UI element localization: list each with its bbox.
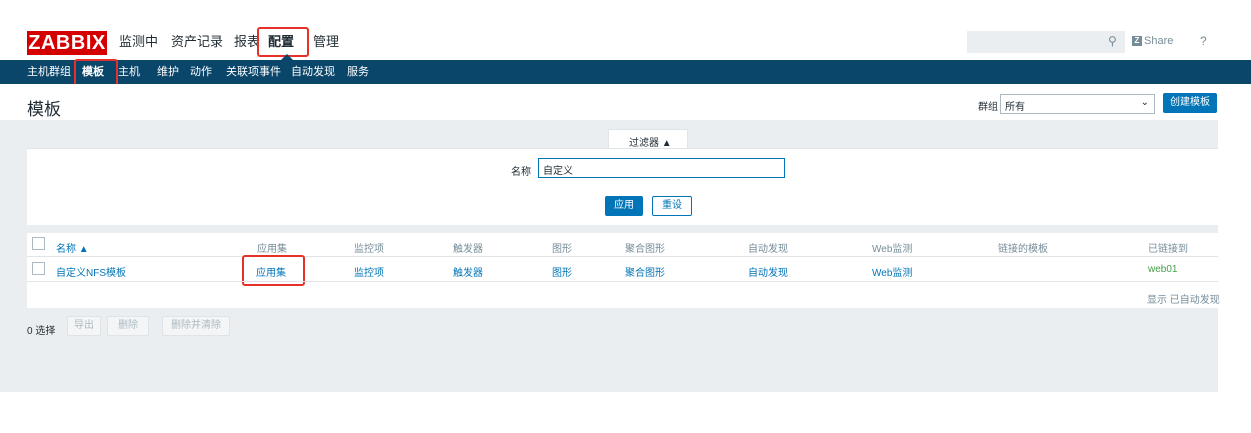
table-footer-note: 显示 已自动发现: [1147, 295, 1220, 306]
header-items: 监控项: [354, 244, 384, 255]
header-separator: [27, 256, 1218, 257]
nav-actions[interactable]: 动作: [190, 66, 212, 78]
selected-count: 0 选择: [27, 326, 56, 337]
header-web: Web监测: [872, 244, 913, 255]
filter-tab[interactable]: 过滤器 ▲: [608, 129, 688, 149]
header-name[interactable]: 名称 ▲: [56, 240, 89, 255]
header-triggers: 触发器: [453, 244, 483, 255]
row-separator: [27, 281, 1218, 282]
header-linked-to: 已链接到: [1148, 244, 1188, 255]
nav-hosts[interactable]: 主机: [118, 66, 140, 78]
linked-host-link[interactable]: web01: [1148, 264, 1177, 275]
group-select-value: 所有: [1005, 102, 1025, 113]
chevron-down-icon: ⌄: [1140, 97, 1149, 108]
filter-name-value: 自定义: [543, 166, 573, 177]
discovery-link[interactable]: 自动发现: [748, 264, 788, 279]
nav-host-groups[interactable]: 主机群组: [27, 66, 71, 78]
header-screens: 聚合图形: [625, 244, 665, 255]
share-link[interactable]: Share: [1144, 35, 1173, 47]
menu-inventory[interactable]: 资产记录: [171, 33, 223, 51]
filter-name-input[interactable]: 自定义: [538, 158, 785, 178]
applications-link[interactable]: 应用集: [256, 264, 286, 279]
menu-configuration[interactable]: 配置: [268, 33, 294, 51]
zabbix-logo[interactable]: ZABBIX: [27, 31, 107, 55]
web-link[interactable]: Web监测: [872, 264, 912, 279]
select-all-checkbox[interactable]: [32, 237, 45, 250]
group-label: 群组: [978, 102, 998, 113]
nav-maintenance[interactable]: 维护: [157, 66, 179, 78]
header-applications: 应用集: [257, 244, 287, 255]
menu-monitoring[interactable]: 监测中: [119, 33, 158, 51]
delete-button[interactable]: 删除: [107, 316, 149, 336]
apply-button[interactable]: 应用: [605, 196, 643, 216]
sub-navigation: [0, 60, 1251, 84]
menu-administration[interactable]: 管理: [313, 33, 339, 51]
delete-clear-button[interactable]: 删除并清除: [162, 316, 230, 336]
template-name-link[interactable]: 自定义NFS模板: [56, 264, 126, 279]
export-button[interactable]: 导出: [67, 316, 101, 336]
graphs-link[interactable]: 图形: [552, 264, 572, 279]
page-title: 模板: [27, 100, 61, 119]
row-checkbox[interactable]: [32, 262, 45, 275]
triggers-link[interactable]: 触发器: [453, 264, 483, 279]
nav-services[interactable]: 服务: [347, 66, 369, 78]
header-linked-templates: 链接的模板: [998, 244, 1048, 255]
search-input[interactable]: [967, 31, 1125, 53]
items-link[interactable]: 监控项: [354, 264, 384, 279]
nav-correlation[interactable]: 关联项事件: [226, 66, 281, 78]
filter-name-label: 名称: [511, 167, 531, 178]
reset-button[interactable]: 重设: [652, 196, 692, 216]
share-icon[interactable]: Z: [1132, 36, 1142, 46]
help-icon[interactable]: ?: [1200, 34, 1207, 48]
nav-discovery[interactable]: 自动发现: [291, 66, 335, 78]
group-select[interactable]: 所有 ⌄: [1000, 94, 1155, 114]
screens-link[interactable]: 聚合图形: [625, 264, 665, 279]
filter-tab-label: 过滤器 ▲: [629, 138, 672, 149]
header-graphs: 图形: [552, 244, 572, 255]
search-icon[interactable]: ⚲: [1108, 34, 1117, 48]
header-discovery: 自动发现: [748, 244, 788, 255]
create-template-button[interactable]: 创建模板: [1163, 93, 1217, 113]
